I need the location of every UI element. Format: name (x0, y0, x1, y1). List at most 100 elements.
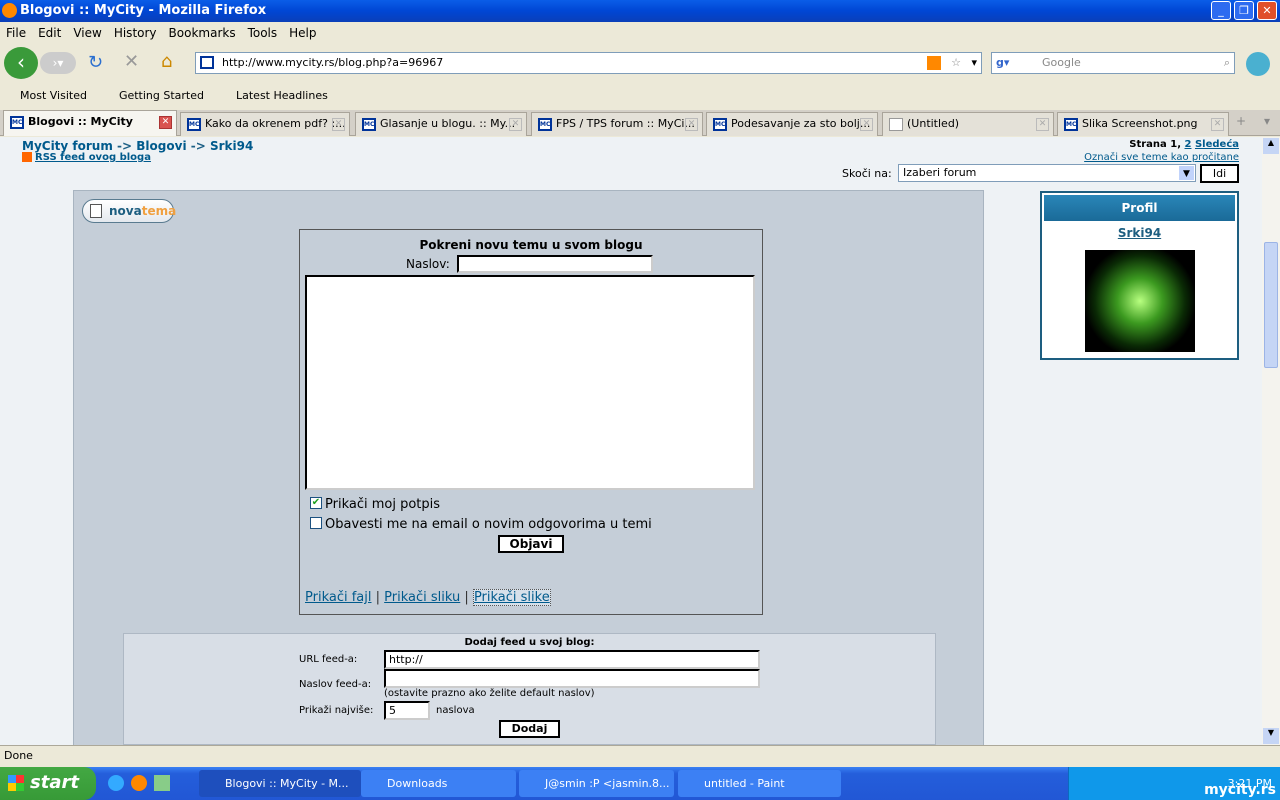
scroll-up-icon[interactable]: ▲ (1263, 138, 1279, 154)
stop-icon[interactable]: ✕ (124, 51, 139, 72)
tab-screenshot[interactable]: MC Slika Screenshot.png ✕ (1057, 112, 1229, 136)
menu-tools[interactable]: Tools (248, 26, 278, 40)
new-topic-label-1: nova (109, 204, 142, 218)
search-placeholder: Google (1042, 56, 1081, 69)
rss-icon[interactable] (927, 56, 941, 70)
task-firefox[interactable]: Blogovi :: MyCity - M... (199, 770, 361, 797)
rss-text: RSS feed ovog bloga (35, 152, 151, 163)
url-dropdown-icon[interactable]: ▾ (971, 53, 977, 73)
page-2-link[interactable]: 2 (1185, 139, 1192, 150)
feed-max-input[interactable]: 5 (384, 701, 430, 720)
bookmark-latest-headlines[interactable]: Latest Headlines (236, 89, 328, 102)
title-input[interactable] (457, 255, 653, 273)
forum-select-value: Izaberi forum (903, 166, 977, 179)
attach-image-link[interactable]: Prikači sliku (384, 590, 460, 605)
status-text: Done (4, 749, 33, 762)
crumb-srki94[interactable]: Srki94 (210, 139, 253, 153)
task-messenger[interactable]: J@smin :P <jasmin.8... (519, 770, 674, 797)
crumb-mycity-forum[interactable]: MyCity forum (22, 139, 113, 153)
bookmark-most-visited[interactable]: Most Visited (20, 89, 87, 102)
tab-blogovi[interactable]: MC Blogovi :: MyCity ✕ (3, 110, 177, 136)
signature-checkbox[interactable]: ✔ (310, 497, 322, 509)
home-icon[interactable]: ⌂ (161, 51, 172, 72)
star-icon[interactable]: ☆ (951, 53, 961, 73)
windows-logo-icon (8, 775, 24, 791)
watermark-logo: mycity.rs (1204, 782, 1276, 798)
close-button[interactable]: ✕ (1257, 1, 1277, 20)
rss-feed-link[interactable]: RSS feed ovog bloga (22, 152, 151, 163)
scrollbar-thumb[interactable] (1264, 242, 1278, 368)
tab-list-icon[interactable]: ▾ (1264, 114, 1270, 128)
forward-button[interactable]: ›▾ (40, 52, 76, 74)
next-page-link[interactable]: Sledeća (1195, 139, 1239, 150)
go-button[interactable]: Idi (1200, 164, 1239, 183)
menu-history[interactable]: History (114, 26, 157, 40)
vertical-scrollbar[interactable]: ▲ ▼ (1262, 137, 1280, 745)
chevron-down-icon: ▼ (1179, 166, 1194, 180)
title-label: Naslov: (406, 257, 450, 271)
google-icon[interactable]: g▾ (996, 53, 1009, 73)
close-tab-icon[interactable]: ✕ (332, 118, 345, 131)
feed-name-input[interactable] (384, 669, 760, 688)
sep: | (375, 590, 381, 605)
jump-label: Skoči na: (842, 167, 892, 180)
back-button[interactable]: ‹ (4, 47, 38, 79)
minimize-button[interactable]: _ (1211, 1, 1231, 20)
crumb-blogovi[interactable]: Blogovi (136, 139, 186, 153)
menu-edit[interactable]: Edit (38, 26, 61, 40)
desktop-icon[interactable] (154, 775, 170, 791)
crumb-sep: -> (117, 139, 133, 153)
task-paint[interactable]: untitled - Paint (678, 770, 841, 797)
feed-url-input[interactable]: http:// (384, 650, 760, 669)
close-tab-icon[interactable]: ✕ (860, 118, 873, 131)
publish-button[interactable]: Objavi (498, 535, 564, 553)
mycity-icon: MC (187, 118, 201, 131)
bookmark-getting-started[interactable]: Getting Started (119, 89, 204, 102)
close-tab-icon[interactable]: ✕ (509, 118, 522, 131)
mycity-icon: MC (538, 118, 552, 131)
new-topic-button[interactable]: novatema (82, 199, 176, 223)
start-button[interactable]: start (0, 767, 96, 800)
menu-view[interactable]: View (73, 26, 101, 40)
tab-pdf[interactable]: MC Kako da okrenem pdf? :... ✕ (180, 112, 350, 136)
add-feed-button[interactable]: Dodaj (499, 720, 560, 738)
feed-max-label: Prikaži najviše: (299, 705, 374, 716)
menu-help[interactable]: Help (289, 26, 316, 40)
attach-file-link[interactable]: Prikači fajl (305, 590, 372, 605)
tab-podesavanje[interactable]: MC Podesavanje za sto bolj... ✕ (706, 112, 878, 136)
close-tab-icon[interactable]: ✕ (685, 118, 698, 131)
tab-untitled[interactable]: (Untitled) ✕ (882, 112, 1054, 136)
close-tab-icon[interactable]: ✕ (1036, 118, 1049, 131)
scroll-down-icon[interactable]: ▼ (1263, 728, 1279, 744)
profile-header: Profil (1044, 195, 1235, 221)
message-textarea[interactable] (305, 275, 755, 490)
tab-glasanje[interactable]: MC Glasanje u blogu. :: My... ✕ (355, 112, 527, 136)
feed-url-label: URL feed-a: (299, 654, 358, 665)
feed-name-label: Naslov feed-a: (299, 679, 372, 690)
attach-images-link[interactable]: Prikači slike (472, 589, 551, 606)
add-feed-form: Dodaj feed u svoj blog: URL feed-a: http… (123, 633, 936, 745)
ie-icon[interactable] (108, 775, 124, 791)
bookmarks-toolbar: Most Visited Getting Started Latest Headli… (0, 86, 1280, 108)
maximize-button[interactable]: ❐ (1234, 1, 1254, 20)
url-bar[interactable]: http://www.mycity.rs/blog.php?a=96967 ☆ ▾ (195, 52, 982, 74)
tab-fps[interactable]: MC FPS / TPS forum :: MyCi... ✕ (531, 112, 703, 136)
search-icon[interactable]: ⌕ (1224, 53, 1230, 73)
mark-all-read-link[interactable]: Označi sve teme kao pročitane (1084, 152, 1239, 163)
skype-icon[interactable] (1246, 52, 1270, 76)
notify-checkbox[interactable] (310, 517, 322, 529)
mycity-icon: MC (362, 118, 376, 131)
status-bar: Done (0, 745, 1280, 767)
new-tab-icon[interactable]: + (1236, 114, 1246, 128)
reload-icon[interactable]: ↻ (88, 52, 103, 73)
search-input[interactable]: g▾ Google ⌕ (991, 52, 1235, 74)
close-tab-icon[interactable]: ✕ (159, 116, 172, 129)
close-tab-icon[interactable]: ✕ (1211, 118, 1224, 131)
firefox-quicklaunch-icon[interactable] (131, 775, 147, 791)
window-titlebar: Blogovi :: MyCity - Mozilla Firefox (0, 0, 1280, 22)
menu-bookmarks[interactable]: Bookmarks (169, 26, 236, 40)
profile-username-link[interactable]: Srki94 (1042, 226, 1237, 240)
menu-file[interactable]: File (6, 26, 26, 40)
forum-select[interactable]: Izaberi forum ▼ (898, 164, 1196, 182)
task-downloads[interactable]: Downloads (361, 770, 516, 797)
